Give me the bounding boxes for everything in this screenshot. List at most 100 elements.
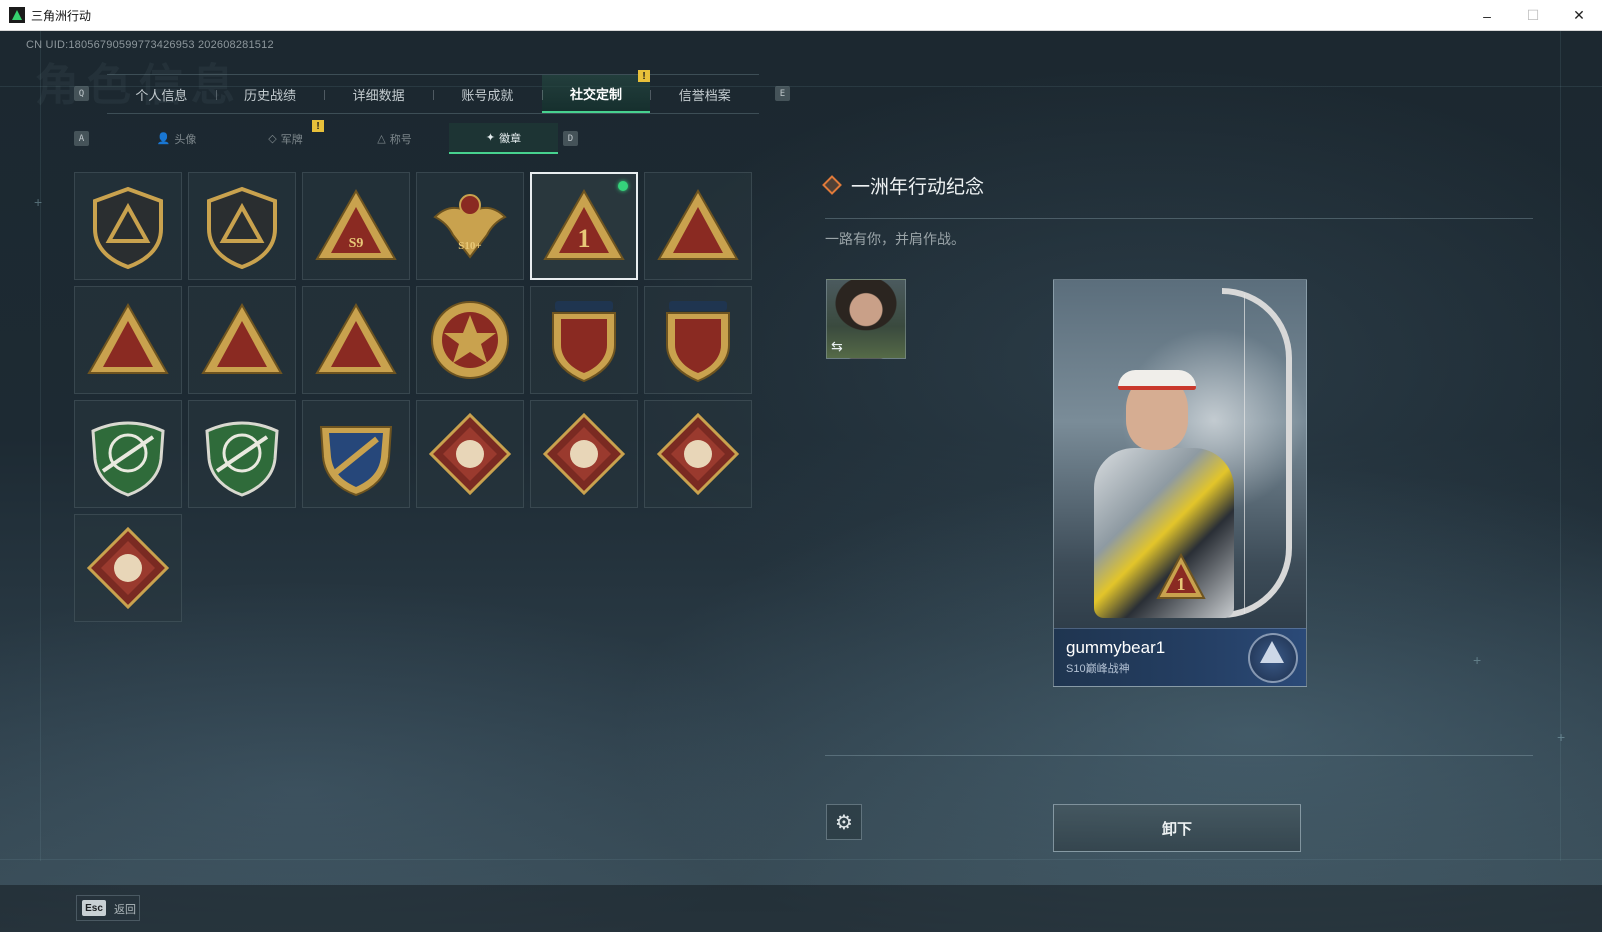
rank-emblem-mark [1260,641,1284,663]
player-title: S10巅峰战神 [1066,663,1130,675]
koi-triangle-medal-icon [315,302,397,374]
game-viewport: + + + 角色信息 CN UID:18056790599773426953 2… [0,31,1602,932]
new-notice-badge: ! [312,120,324,132]
tab-prev-key[interactable]: Q [74,86,89,101]
medal-slot[interactable]: 1 [530,172,638,280]
svg-text:1: 1 [1177,574,1186,594]
medal-slot[interactable] [74,514,182,622]
close-button[interactable]: ✕ [1556,0,1602,31]
decor-crosshair: + [34,194,43,210]
decor-grid-line [0,859,1602,860]
blue-gold-shield-medal-icon [319,426,393,497]
wrench-diamond-medal-icon [86,526,170,610]
badge-icon: ✦ [485,132,496,144]
subtab-badge[interactable]: ✦ 徽章 [449,123,558,154]
three-star-shield-medal-icon [552,301,616,383]
operator-avatar-thumbnail[interactable]: ⇆ [826,279,906,359]
tab-achievements[interactable]: 账号成就 [433,75,542,113]
medal-slot[interactable] [530,400,638,508]
three-star-hexagram-medal-icon [666,301,730,383]
subtab-next-key[interactable]: D [563,131,578,146]
medal-label: S10+ [458,240,481,252]
medal-slot[interactable] [188,286,296,394]
medal-slot[interactable] [188,400,296,508]
first-year-medal-icon: 1 [543,188,625,260]
main-tab-bar: 个人信息 历史战绩 详细数据 账号成就 社交定制 信誉档案 [107,74,759,114]
tiger-diamond-medal-icon [542,412,626,496]
player-nameplate: gummybear1 S10巅峰战神 [1054,628,1306,686]
footer-bar [0,885,1602,932]
medal-label: S9 [349,236,364,251]
medal-slot[interactable] [74,172,182,280]
tab-personal-info[interactable]: 个人信息 [107,75,216,113]
s10-eagle-medal-icon: S10+ [433,194,507,259]
tab-next-key[interactable]: E [775,86,790,101]
tab-detailed-stats[interactable]: 详细数据 [324,75,433,113]
decor-crosshair: + [1473,652,1482,668]
subtab-label: 军牌 [280,133,303,146]
s9-triangle-medal-icon: S9 [315,188,397,260]
tab-match-history[interactable]: 历史战绩 [215,75,325,113]
window-title: 三角洲行动 [31,8,92,23]
subtab-prev-key[interactable]: A [74,131,89,146]
swap-icon: ⇆ [831,338,843,354]
medal-slot[interactable] [416,400,524,508]
wolf-diamond-medal-icon [428,412,512,496]
subtab-label: 称号 [389,133,412,146]
selected-medal-description: 一路有你，并肩作战。 [825,231,965,247]
title-icon: △ [377,133,386,145]
medal-slot[interactable]: S10+ [416,172,524,280]
new-notice-badge: ! [638,70,650,82]
medal-rarity-icon [822,175,842,195]
gear-icon: ⚙ [835,811,853,834]
subtab-label: 徽章 [499,132,522,145]
medal-slot[interactable] [530,286,638,394]
operator-visor-illustration [1118,370,1196,390]
minimize-button[interactable]: – [1464,0,1510,31]
tab-social-customization[interactable]: 社交定制 [541,75,651,113]
maximize-button[interactable]: ☐ [1510,0,1556,31]
player-card-preview: 1 gummybear1 S10巅峰战神 [1053,279,1307,687]
equipped-medal-icon: 1 [1156,552,1206,599]
app-logo-icon [9,7,25,23]
player-name: gummybear1 [1066,638,1166,657]
subtab-label: 头像 [174,133,197,146]
medal-slot[interactable] [416,286,524,394]
window-controls: – ☐ ✕ [1464,0,1602,31]
selected-medal-title: 一洲年行动纪念 [851,177,985,198]
uid-label: CN UID:18056790599773426953 202608281512 [26,39,274,51]
tab-credit-record[interactable]: 信誉档案 [650,75,759,113]
divider [825,755,1533,756]
medal-slot[interactable] [188,172,296,280]
medal-slot[interactable] [644,172,752,280]
hexagram-triangle-medal-icon [657,188,739,260]
decor-grid-line [40,31,41,861]
unequip-button[interactable]: 卸下 [1053,804,1301,852]
helicopter-medal-icon [207,186,277,269]
green-rifle-shield-medal-icon [91,421,165,497]
sub-tab-bar: 👤 头像 ◇ 军牌 △ 称号 ✦ 徽章 [122,123,558,154]
medal-slot[interactable] [644,286,752,394]
squad-battle-triangle-medal-icon [201,302,283,374]
decor-crosshair: + [1557,729,1566,745]
back-label: 返回 [114,904,136,916]
dogtag-icon: ◇ [268,133,277,145]
subtab-avatar[interactable]: 👤 头像 [122,123,231,154]
medal-slot[interactable] [302,400,410,508]
squad-triangle-medal-icon [87,302,169,374]
shield-delta-medal-icon [93,186,163,269]
medal-slot[interactable] [74,286,182,394]
settings-button[interactable]: ⚙ [826,804,862,840]
green-crossed-rifle-medal-icon [205,421,279,497]
divider [825,218,1533,219]
window-titlebar: 三角洲行动 – ☐ ✕ [0,0,1602,31]
medal-slot[interactable]: S9 [302,172,410,280]
esc-key-hint: Esc [82,900,106,916]
equipped-indicator [618,181,628,191]
subtab-title[interactable]: △ 称号 [340,123,449,154]
medal-label: 1 [578,224,591,253]
person-icon: 👤 [156,133,171,145]
medal-slot[interactable] [644,400,752,508]
medal-slot[interactable] [302,286,410,394]
medal-slot[interactable] [74,400,182,508]
